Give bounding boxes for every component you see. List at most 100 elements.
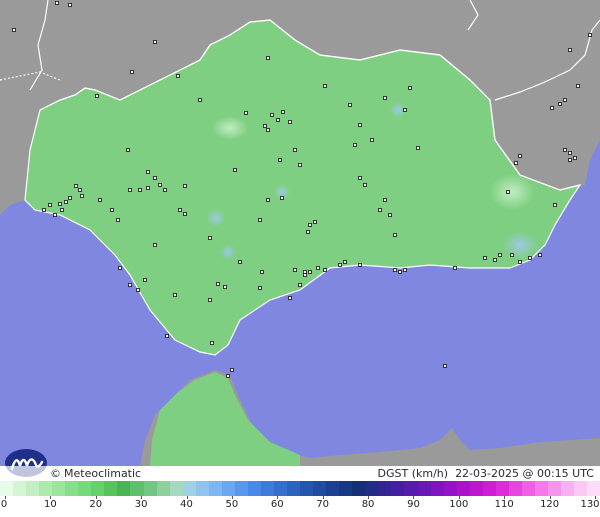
legend-swatch (117, 481, 131, 496)
legend-swatch (313, 481, 327, 496)
station-marker (568, 158, 572, 162)
station-marker (130, 70, 134, 74)
station-marker (276, 118, 280, 122)
legend-tick-label: 70 (316, 499, 330, 510)
legend-swatch (13, 481, 27, 496)
station-marker (266, 128, 270, 132)
legend-swatch (469, 481, 483, 496)
station-marker (244, 111, 248, 115)
variable-label: DGST (km/h) (377, 467, 449, 480)
station-marker (143, 278, 147, 282)
station-marker (573, 156, 577, 160)
station-marker (453, 266, 457, 270)
station-marker (278, 158, 282, 162)
station-marker (308, 223, 312, 227)
station-marker (78, 188, 82, 192)
station-marker (183, 212, 187, 216)
station-marker (173, 293, 177, 297)
legend-tick-label: 120 (540, 499, 560, 510)
station-marker (568, 48, 572, 52)
station-marker (288, 120, 292, 124)
station-marker (528, 256, 532, 260)
legend-swatch (260, 481, 274, 496)
station-marker (98, 198, 102, 202)
station-marker (55, 1, 59, 5)
station-marker (281, 110, 285, 114)
station-marker (288, 296, 292, 300)
legend-swatch (378, 481, 392, 496)
legend-swatch (26, 481, 40, 496)
legend-swatch (391, 481, 405, 496)
legend-swatch (534, 481, 548, 496)
station-marker (498, 253, 502, 257)
station-marker (223, 285, 227, 289)
legend-ticks: 0 10 20 30 40 50 60 70 80 90 100 110 120 130 (0, 496, 600, 517)
station-marker (270, 113, 274, 117)
station-marker (158, 183, 162, 187)
station-marker (153, 176, 157, 180)
legend-swatch (104, 481, 118, 496)
station-marker (260, 270, 264, 274)
station-marker (293, 148, 297, 152)
station-marker (323, 268, 327, 272)
legend-tick-label: 80 (361, 499, 375, 510)
station-marker (323, 84, 327, 88)
color-legend: 0 10 20 30 40 50 60 70 80 90 100 110 120 130 (0, 481, 600, 517)
station-marker (353, 143, 357, 147)
station-marker (563, 148, 567, 152)
station-marker (563, 98, 567, 102)
station-marker (576, 84, 580, 88)
station-marker (146, 170, 150, 174)
legend-swatch (495, 481, 509, 496)
legend-tick-label: 20 (89, 499, 103, 510)
timestamp-label: 22-03-2025 @ 00:15 UTC (455, 467, 594, 480)
station-marker (198, 98, 202, 102)
station-marker (48, 203, 52, 207)
station-marker (153, 40, 157, 44)
station-marker (163, 188, 167, 192)
brand-label: © Meteoclimatic (50, 467, 142, 480)
station-marker (230, 368, 234, 372)
station-marker (510, 253, 514, 257)
station-marker (95, 94, 99, 98)
station-marker (483, 256, 487, 260)
station-marker (68, 196, 72, 200)
station-marker (370, 138, 374, 142)
legend-swatch (273, 481, 288, 496)
legend-swatch (456, 481, 470, 496)
station-marker (403, 108, 407, 112)
legend-swatch (326, 481, 340, 496)
legend-tick-label: 40 (180, 499, 193, 510)
station-marker (60, 208, 64, 212)
station-marker (110, 208, 114, 212)
legend-swatch (561, 481, 575, 496)
station-marker (208, 298, 212, 302)
legend-swatch (39, 481, 53, 496)
station-marker (348, 103, 352, 107)
legend-swatch (430, 481, 444, 496)
legend-tick-label: 110 (494, 499, 514, 510)
legend-tick-label: 10 (44, 499, 57, 510)
station-marker (298, 283, 302, 287)
station-marker (443, 364, 447, 368)
station-marker (303, 270, 307, 274)
station-marker (493, 258, 497, 262)
legend-swatch (287, 481, 301, 496)
station-marker (306, 230, 310, 234)
station-marker (378, 208, 382, 212)
station-marker (358, 263, 362, 267)
legend-tick-label: 0 (0, 499, 8, 510)
legend-swatch (130, 481, 144, 496)
station-marker (136, 288, 140, 292)
legend-swatch (156, 481, 170, 496)
station-marker (393, 233, 397, 237)
station-marker (363, 183, 367, 187)
station-marker (506, 190, 510, 194)
legend-swatch (91, 481, 105, 496)
station-marker (68, 3, 72, 7)
legend-swatch (195, 481, 209, 496)
legend-swatch (52, 481, 66, 496)
legend-swatch (0, 481, 14, 496)
legend-tick-label: 60 (270, 499, 284, 510)
legend-swatch (482, 481, 496, 496)
